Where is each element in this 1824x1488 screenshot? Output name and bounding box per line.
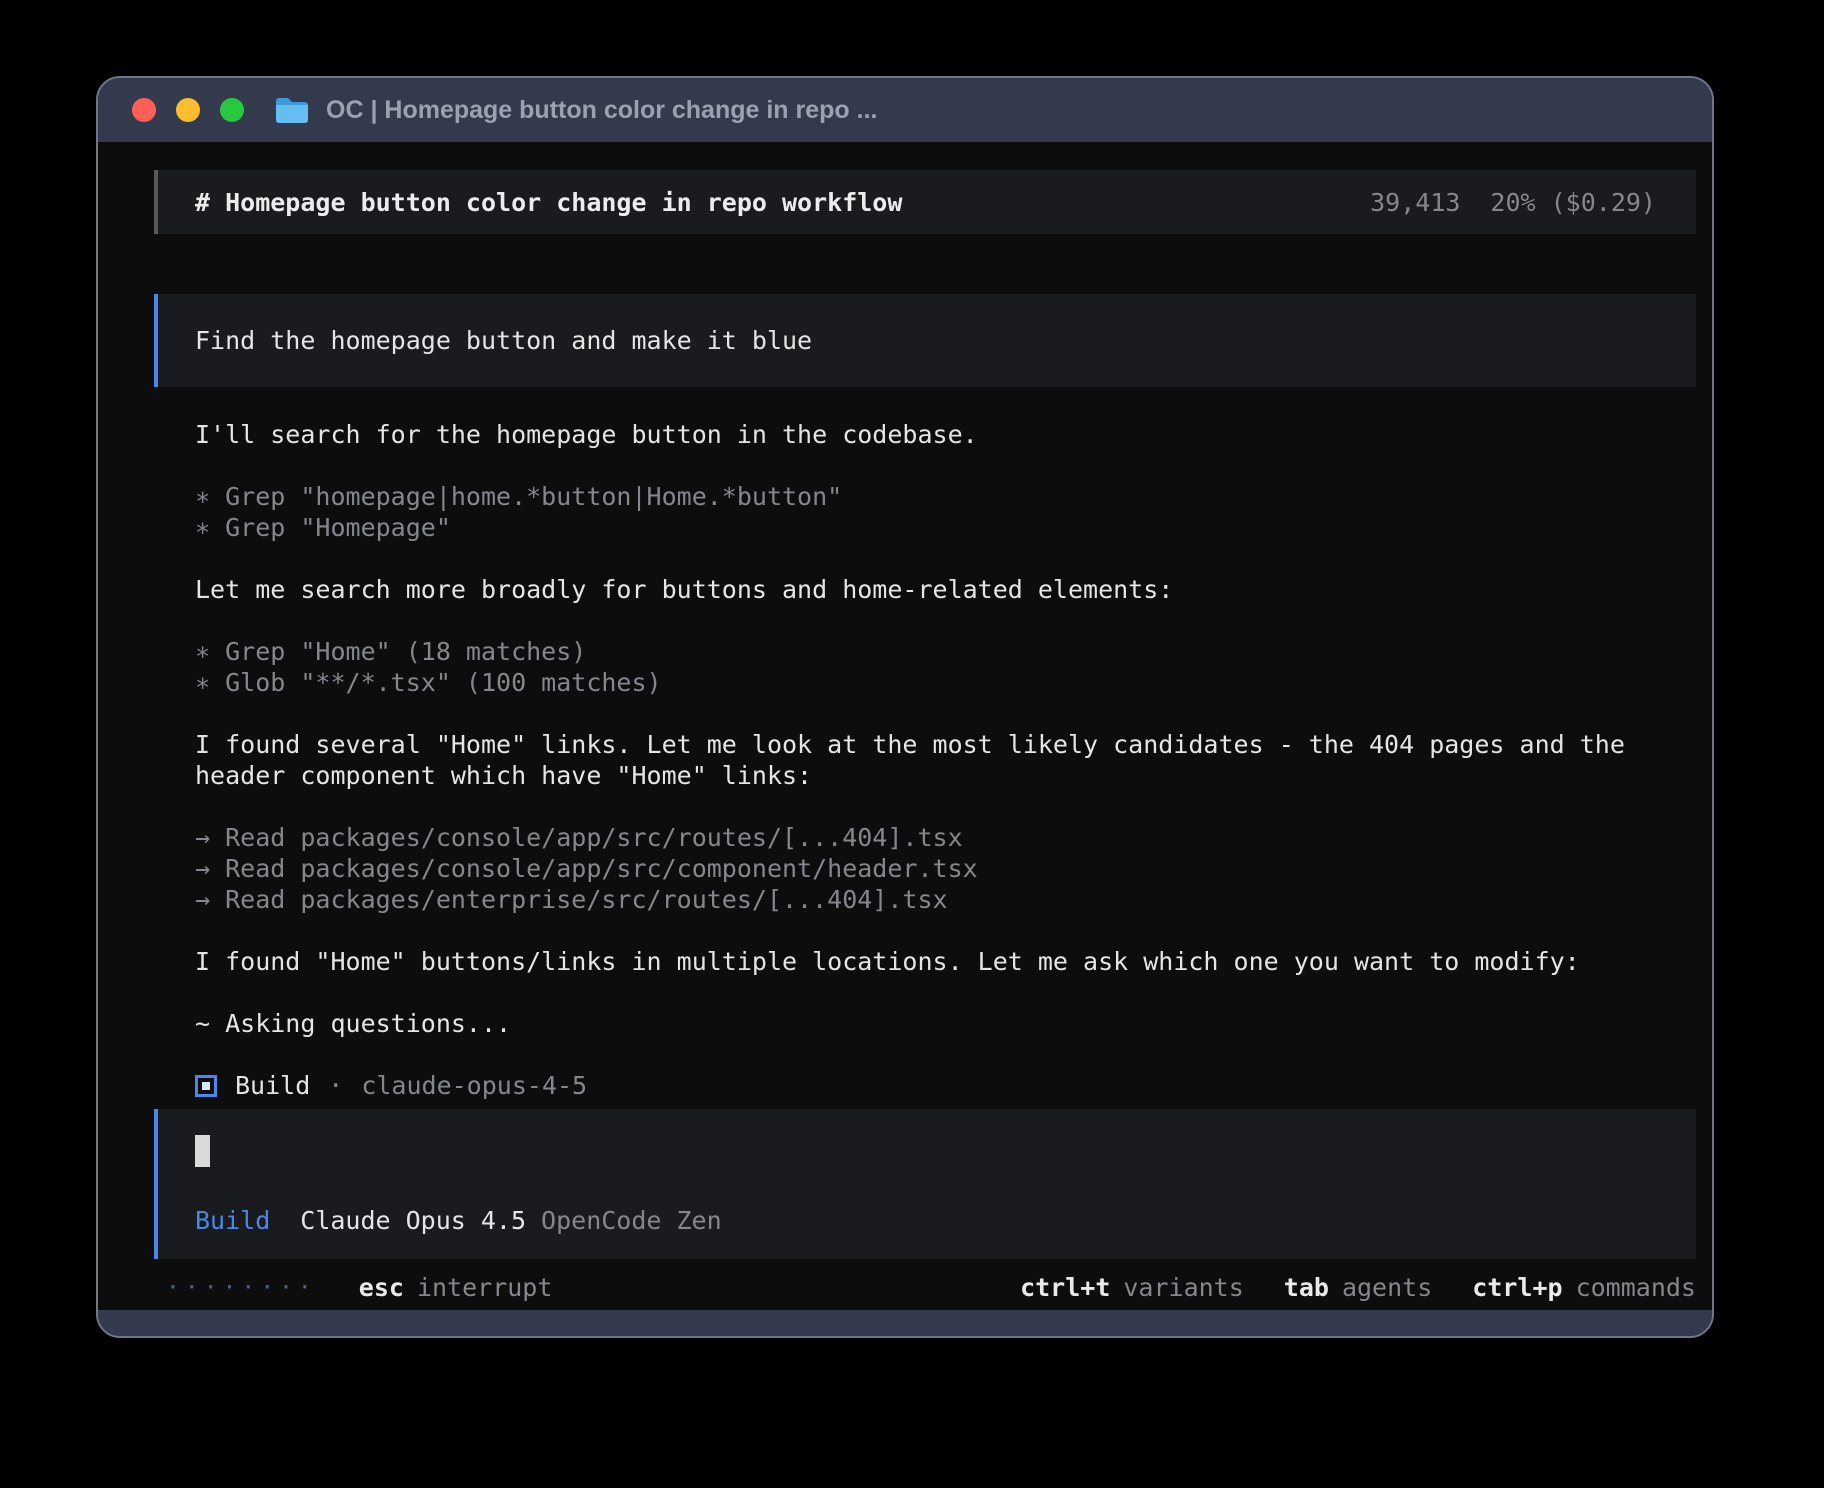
hint-key-ctrl-t: ctrl+t <box>1020 1273 1110 1302</box>
terminal-content: # Homepage button color change in repo w… <box>98 142 1712 1310</box>
window-title: OC | Homepage button color change in rep… <box>326 96 877 125</box>
tool-call: ∗ Glob "**/*.tsx" (100 matches) <box>195 667 1672 698</box>
hint-commands: ctrl+p commands <box>1472 1273 1696 1302</box>
agent-name: Build <box>235 1070 310 1101</box>
tool-call: → Read packages/console/app/src/componen… <box>195 853 1672 884</box>
agent-status-row: Build · claude-opus-4-5 <box>195 1070 1672 1101</box>
input-provider-label: OpenCode Zen <box>541 1206 722 1235</box>
assistant-text: I found "Home" buttons/links in multiple… <box>195 946 1672 977</box>
zoom-button[interactable] <box>220 98 244 122</box>
spinner-dots: ········ <box>166 1275 317 1301</box>
text-cursor <box>195 1135 210 1167</box>
window-bottom-chrome <box>98 1310 1712 1336</box>
assistant-text: I'll search for the homepage button in t… <box>195 419 1672 450</box>
user-message-text: Find the homepage button and make it blu… <box>195 326 812 355</box>
window-titlebar[interactable]: OC | Homepage button color change in rep… <box>98 78 1712 142</box>
hint-agents: tab agents <box>1284 1273 1432 1302</box>
conversation: I'll search for the homepage button in t… <box>195 419 1672 1101</box>
agent-icon <box>195 1075 217 1097</box>
tool-call: ∗ Grep "Home" (18 matches) <box>195 636 1672 667</box>
assistant-text: Let me search more broadly for buttons a… <box>195 574 1672 605</box>
right-hints: ctrl+t variants tab agents ctrl+p comman… <box>1020 1273 1696 1302</box>
session-title: # Homepage button color change in repo w… <box>195 188 902 217</box>
hint-interrupt: esc interrupt <box>359 1273 553 1302</box>
minimize-button[interactable] <box>176 98 200 122</box>
hint-key-esc: esc <box>359 1273 404 1302</box>
agent-model: claude-opus-4-5 <box>361 1070 587 1101</box>
context-usage: 20% ($0.29) <box>1490 188 1656 217</box>
tool-call: → Read packages/console/app/src/routes/[… <box>195 822 1672 853</box>
hint-variants: ctrl+t variants <box>1020 1273 1244 1302</box>
tool-call: → Read packages/enterprise/src/routes/[.… <box>195 884 1672 915</box>
user-message: Find the homepage button and make it blu… <box>154 294 1696 387</box>
hint-label-interrupt: interrupt <box>417 1273 552 1302</box>
hint-key-ctrl-p: ctrl+p <box>1472 1273 1562 1302</box>
hint-label-variants: variants <box>1123 1273 1243 1302</box>
hint-key-tab: tab <box>1284 1273 1329 1302</box>
agent-separator: · <box>328 1070 343 1101</box>
hint-label-commands: commands <box>1576 1273 1696 1302</box>
input-status-line: Build Claude Opus 4.5 OpenCode Zen <box>195 1206 1659 1235</box>
input-agent-label[interactable]: Build <box>195 1206 270 1235</box>
assistant-text: I found several "Home" links. Let me loo… <box>195 729 1672 791</box>
input-model-label[interactable]: Claude Opus 4.5 <box>300 1206 526 1235</box>
folder-icon <box>274 95 310 125</box>
session-header: # Homepage button color change in repo w… <box>154 170 1696 234</box>
session-stats: 39,413 20% ($0.29) <box>1370 188 1656 217</box>
hint-label-agents: agents <box>1342 1273 1432 1302</box>
tool-call: ∗ Grep "homepage|home.*button|Home.*butt… <box>195 481 1672 512</box>
terminal-window: OC | Homepage button color change in rep… <box>96 76 1714 1338</box>
status-bar: ········ esc interrupt ctrl+t variants t… <box>166 1273 1696 1302</box>
tool-call: ∗ Grep "Homepage" <box>195 512 1672 543</box>
prompt-input[interactable]: Build Claude Opus 4.5 OpenCode Zen <box>154 1109 1696 1259</box>
token-count: 39,413 <box>1370 188 1460 217</box>
close-button[interactable] <box>132 98 156 122</box>
assistant-status-text: ~ Asking questions... <box>195 1008 1672 1039</box>
